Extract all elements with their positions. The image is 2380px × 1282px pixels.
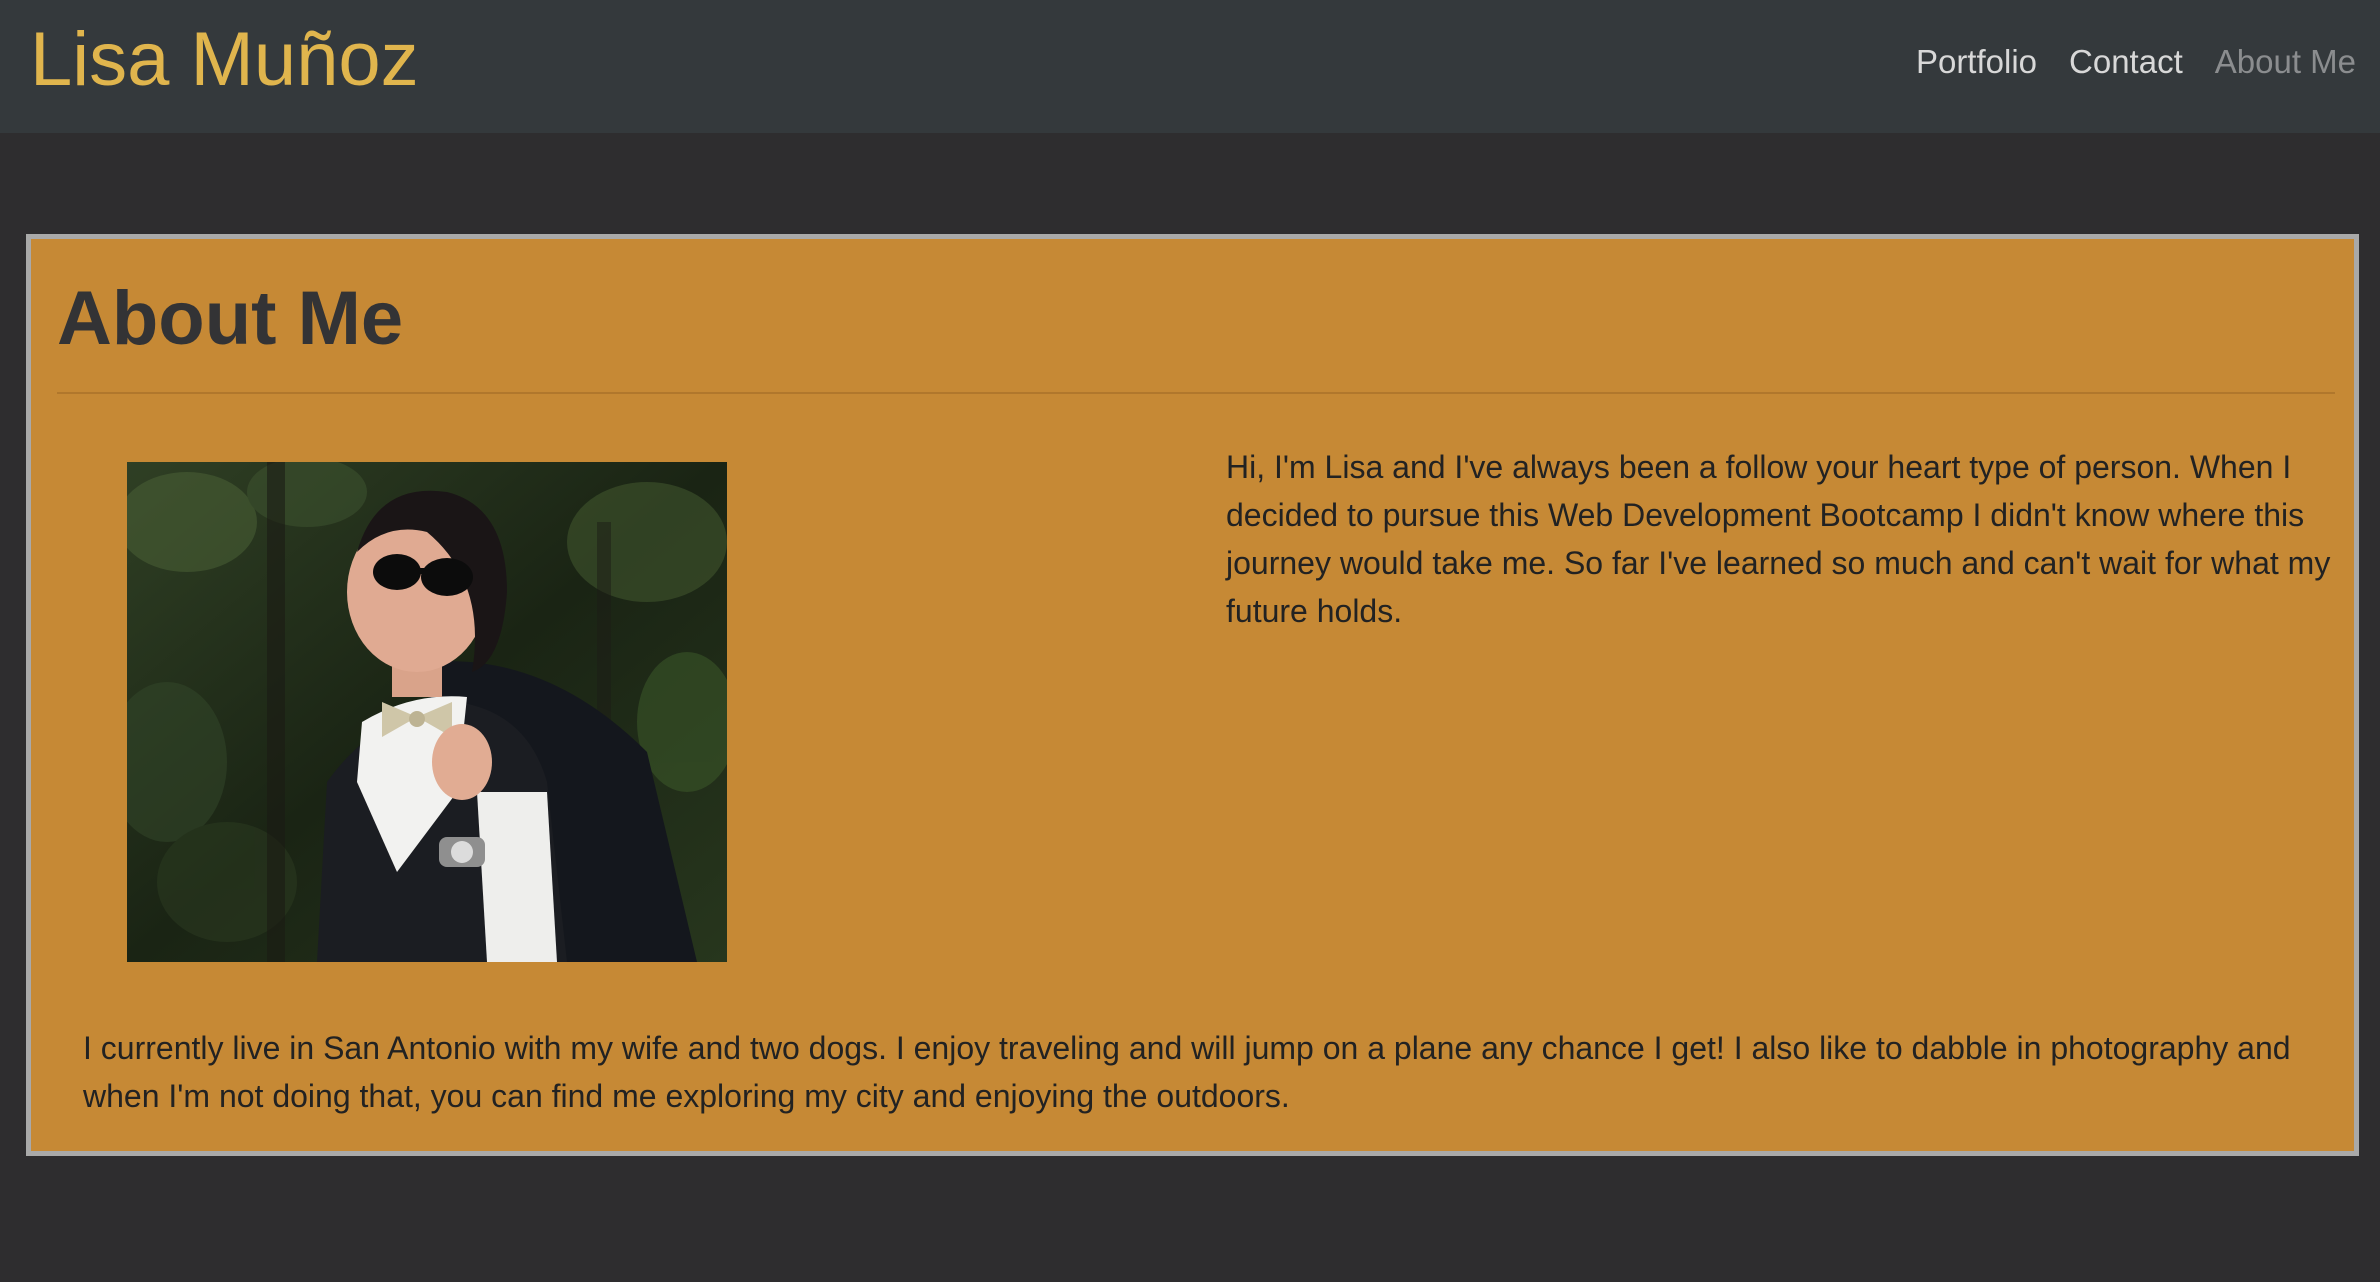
divider (57, 392, 2335, 394)
nav-menu: Portfolio Contact About Me (1916, 38, 2356, 86)
nav-link-contact[interactable]: Contact (2069, 38, 2183, 86)
bio-paragraph-life: I currently live in San Antonio with my … (83, 1030, 2291, 1114)
profile-photo (127, 462, 727, 962)
about-card: About Me Hi, I'm Lisa and I've always be… (26, 234, 2359, 1156)
brand-link[interactable]: Lisa Muñoz (30, 10, 419, 110)
page-title: About Me (57, 276, 404, 361)
nav-link-portfolio[interactable]: Portfolio (1916, 38, 2037, 86)
navbar: Lisa Muñoz Portfolio Contact About Me (0, 0, 2380, 133)
nav-link-about-me[interactable]: About Me (2215, 38, 2356, 86)
bio-paragraph-intro: Hi, I'm Lisa and I've always been a foll… (1226, 449, 2331, 629)
